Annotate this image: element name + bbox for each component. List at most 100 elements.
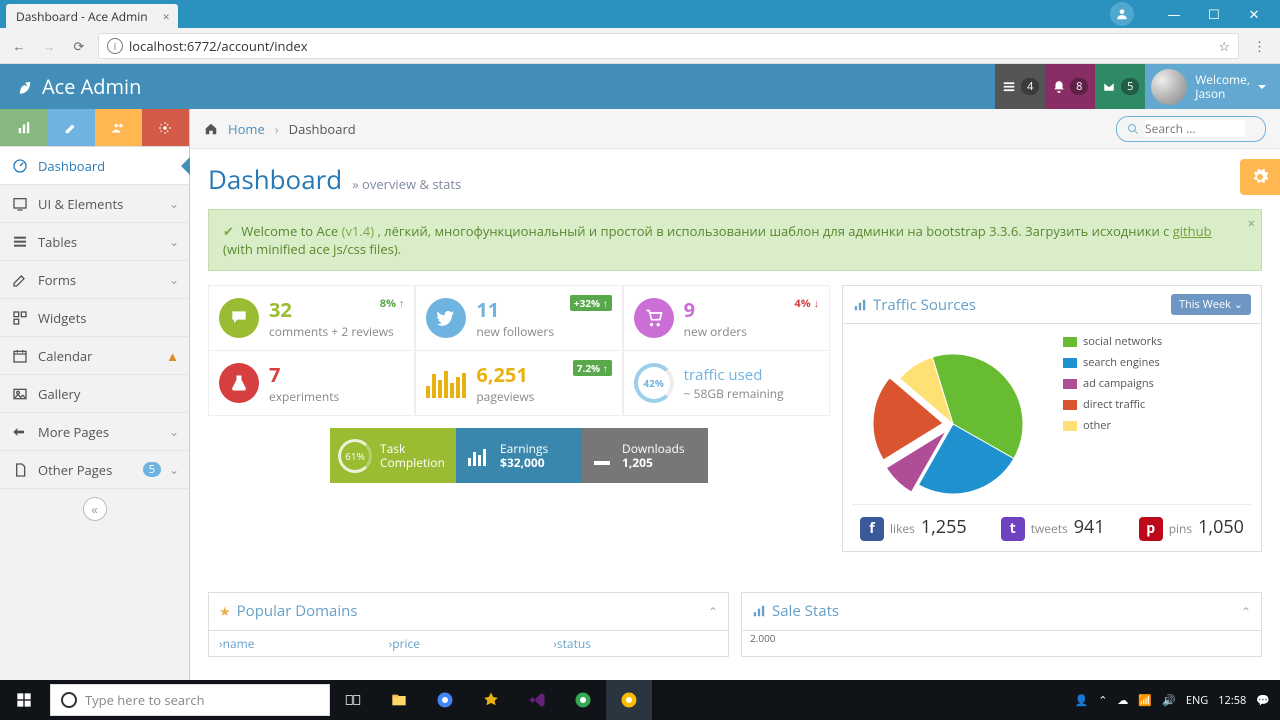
tile-earnings[interactable]: Earnings$32,000 [456, 428, 582, 483]
tray-wifi-icon[interactable]: 📶 [1138, 693, 1152, 708]
sidebar-item-tables[interactable]: Tables ⌄ [0, 223, 189, 261]
task-view-icon[interactable] [330, 680, 376, 720]
progress-ring: 42% [634, 363, 674, 403]
sidebar-item-forms[interactable]: Forms ⌄ [0, 261, 189, 299]
sidebar-item-ui[interactable]: UI & Elements ⌄ [0, 185, 189, 223]
collapse-icon[interactable]: ⌃ [1241, 603, 1251, 620]
chevron-down-icon: ⌄ [169, 233, 179, 250]
home-icon [204, 122, 218, 136]
breadcrumb-home-link[interactable]: Home [228, 120, 265, 138]
search-placeholder: Type here to search [85, 691, 205, 709]
browser-menu-icon[interactable]: ⋮ [1247, 37, 1272, 55]
sidebar-item-widgets[interactable]: Widgets [0, 299, 189, 337]
system-tray[interactable]: 👤 ⌃ ☁ 📶 🔊 ENG 12:58 💬 [1065, 693, 1280, 708]
twitter-icon [426, 298, 466, 338]
sidebar-item-gallery[interactable]: Gallery [0, 375, 189, 413]
tray-up-icon[interactable]: ⌃ [1098, 693, 1107, 708]
url-input[interactable]: i localhost:6772/account/index ☆ [98, 33, 1239, 59]
cortana-search[interactable]: Type here to search [50, 684, 330, 716]
label: traffic used [684, 365, 784, 385]
url-text: localhost:6772/account/index [129, 37, 1218, 55]
sidebar-item-calendar[interactable]: Calendar ▲ [0, 337, 189, 375]
app-navbar: Ace Admin 4 8 5 Welcome, Jason [0, 64, 1280, 109]
vs-icon[interactable] [514, 680, 560, 720]
value: 32 [269, 296, 394, 323]
reload-icon[interactable]: ⟳ [68, 37, 90, 55]
maximize-icon[interactable]: ☐ [1194, 5, 1234, 23]
sidebar-label: Dashboard [38, 157, 105, 175]
tile-task-completion[interactable]: 61% TaskCompletion [330, 428, 456, 483]
value: 9 [684, 296, 747, 323]
warning-icon: ▲ [166, 347, 179, 365]
shortcut-settings[interactable] [142, 109, 189, 146]
sidebar-shortcuts [0, 109, 189, 147]
bookmark-icon[interactable]: ☆ [1218, 37, 1230, 55]
tile-downloads[interactable]: Downloads1,205 [582, 428, 708, 483]
value: 11 [476, 296, 554, 323]
bell-badge: 8 [1070, 78, 1088, 95]
chrome-icon-2[interactable] [560, 680, 606, 720]
flask-icon [219, 363, 259, 403]
bell-icon [1052, 79, 1066, 95]
nav-notifications[interactable]: 8 [1045, 64, 1095, 109]
nav-messages[interactable]: 5 [1095, 64, 1145, 109]
label: experiments [269, 388, 339, 405]
nav-user-menu[interactable]: Welcome, Jason [1145, 64, 1280, 109]
chart-legend: social networks search engines ad campai… [1063, 334, 1162, 439]
sidebar-item-dashboard[interactable]: Dashboard [0, 147, 189, 185]
shortcut-users[interactable] [95, 109, 142, 146]
site-info-icon[interactable]: i [107, 38, 123, 54]
chrome-profile-icon[interactable] [1110, 2, 1134, 26]
search-input[interactable] [1145, 120, 1245, 137]
chrome-icon[interactable] [422, 680, 468, 720]
close-icon[interactable]: ✕ [1234, 5, 1274, 23]
chevron-down-icon: ⌄ [169, 461, 179, 478]
breadcrumbs: Home › Dashboard [190, 109, 1280, 149]
popular-domains-widget: ★ Popular Domains ⌃ ›name ›price ›status [208, 592, 729, 657]
close-tab-icon[interactable]: × [163, 8, 170, 25]
tray-time[interactable]: 12:58 [1218, 693, 1246, 708]
start-button[interactable] [0, 692, 48, 708]
minimize-icon[interactable]: — [1154, 5, 1194, 23]
brand-text: Ace Admin [42, 73, 141, 100]
chrome-icon-active[interactable] [606, 680, 652, 720]
tray-lang[interactable]: ENG [1186, 693, 1208, 708]
settings-button[interactable] [1240, 159, 1280, 195]
back-icon[interactable]: ← [8, 37, 30, 55]
explorer-icon[interactable] [376, 680, 422, 720]
stat: 7.2% ↑ [573, 361, 612, 376]
browser-tab[interactable]: Dashboard - Ace Admin × [6, 4, 178, 28]
social-pins: ppins1,050 [1139, 515, 1244, 541]
label: new followers [476, 323, 554, 340]
alert-text: Welcome to Ace (v1.4) , лёгкий, многофун… [223, 222, 1212, 258]
shortcut-stats[interactable] [0, 109, 47, 146]
brand[interactable]: Ace Admin [0, 73, 157, 100]
chevron-down-icon [1258, 85, 1266, 93]
check-icon: ✔ [223, 222, 234, 240]
value: 6,251 [476, 361, 534, 388]
github-link[interactable]: github [1173, 222, 1212, 240]
collapse-icon[interactable]: ⌃ [708, 603, 718, 620]
bars-icon [426, 368, 466, 398]
sale-stats-widget: Sale Stats ⌃ 2.000 [741, 592, 1262, 657]
tray-people-icon[interactable]: 👤 [1075, 693, 1089, 708]
widget-title: Popular Domains [237, 601, 702, 621]
tasks-badge: 4 [1021, 78, 1039, 95]
close-alert-icon[interactable]: × [1248, 214, 1255, 232]
tray-volume-icon[interactable]: 🔊 [1162, 693, 1176, 708]
tray-notifications-icon[interactable]: 💬 [1256, 693, 1270, 708]
sidebar-collapse-button[interactable]: « [83, 497, 107, 521]
dev-tool-icon[interactable] [468, 680, 514, 720]
nav-tasks[interactable]: 4 [995, 64, 1045, 109]
sidebar-item-other-pages[interactable]: Other Pages 5 ⌄ [0, 451, 189, 489]
chevron-down-icon: ⌄ [169, 423, 179, 440]
timerange-dropdown[interactable]: This Week ⌄ [1171, 294, 1251, 315]
star-icon: ★ [219, 602, 231, 620]
sidebar-item-more-pages[interactable]: More Pages ⌄ [0, 413, 189, 451]
shortcut-edit[interactable] [47, 109, 94, 146]
facebook-icon: f [860, 517, 884, 541]
sidebar: Dashboard UI & Elements ⌄ Tables ⌄ [0, 109, 190, 680]
search-box[interactable] [1116, 116, 1266, 142]
tray-onedrive-icon[interactable]: ☁ [1117, 693, 1128, 708]
browser-addressbar: ← → ⟳ i localhost:6772/account/index ☆ ⋮ [0, 28, 1280, 64]
